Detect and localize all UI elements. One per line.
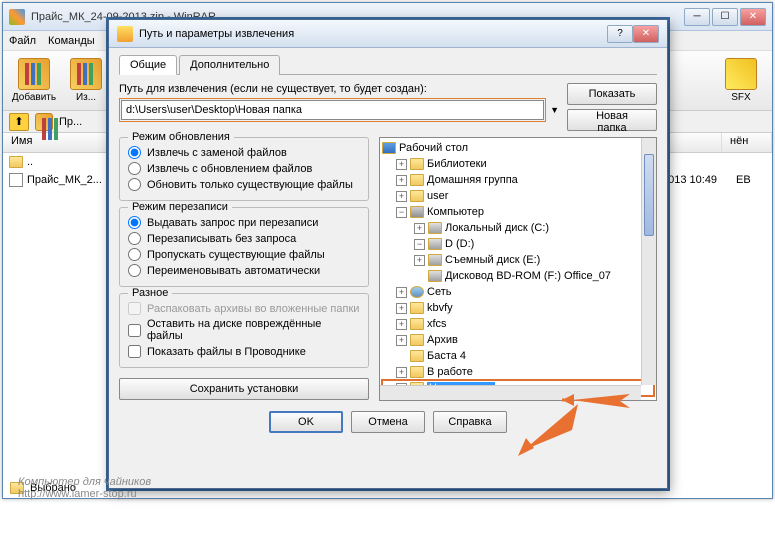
expander-icon[interactable]: + [396, 287, 407, 298]
dialog-titlebar: Путь и параметры извлечения ? ✕ [109, 20, 667, 48]
check-show-explorer[interactable]: Показать файлы в Проводнике [128, 345, 360, 358]
dialog-button-row: OK Отмена Справка [119, 411, 657, 433]
expander-icon[interactable]: + [396, 175, 407, 186]
radio-rename-auto[interactable]: Переименовывать автоматически [128, 264, 360, 277]
scrollbar-horizontal[interactable] [380, 385, 641, 400]
file-icon [9, 173, 23, 187]
tab-general[interactable]: Общие [119, 55, 177, 75]
app-icon [9, 9, 25, 25]
expander-icon[interactable]: − [414, 239, 425, 250]
add-icon [18, 58, 50, 90]
minimize-button[interactable]: ─ [684, 8, 710, 26]
col-name[interactable]: Имя [3, 133, 113, 152]
col-date[interactable]: нён [722, 133, 772, 152]
folder-icon [9, 156, 23, 168]
path-label: Путь для извлечения (если не существует,… [119, 83, 559, 95]
folder-icon [410, 302, 424, 314]
new-folder-button[interactable]: Новая папка [567, 109, 657, 131]
folder-icon [410, 334, 424, 346]
dialog-help-button[interactable]: ? [607, 25, 633, 43]
expander-icon[interactable]: + [396, 335, 407, 346]
close-button[interactable]: ✕ [740, 8, 766, 26]
dialog-close-button[interactable]: ✕ [633, 25, 659, 43]
show-button[interactable]: Показать [567, 83, 657, 105]
library-icon [410, 158, 424, 170]
toolbar-sfx[interactable]: SFX [718, 56, 764, 106]
scrollbar-vertical[interactable] [641, 138, 656, 385]
expander-icon[interactable]: + [414, 255, 425, 266]
ok-button[interactable]: OK [269, 411, 343, 433]
radio-overwrite-silent[interactable]: Перезаписывать без запроса [128, 232, 360, 245]
toolbar-extract[interactable]: Из... [63, 56, 109, 106]
folder-tree[interactable]: Рабочий стол +Библиотеки +Домашняя групп… [379, 137, 657, 401]
sfx-icon [725, 58, 757, 90]
expander-icon[interactable]: + [396, 367, 407, 378]
expander-icon[interactable]: − [396, 207, 407, 218]
path-input[interactable] [121, 100, 544, 120]
update-mode-group: Режим обновления Извлечь с заменой файло… [119, 137, 369, 201]
extraction-dialog: Путь и параметры извлечения ? ✕ Общие До… [108, 19, 668, 489]
menu-commands[interactable]: Команды [48, 35, 95, 47]
folder-icon [410, 318, 424, 330]
up-button[interactable]: ⬆ [9, 113, 29, 131]
dropdown-icon[interactable]: ▼ [550, 105, 559, 115]
drive-icon [428, 222, 442, 234]
radio-update-existing[interactable]: Обновить только существующие файлы [128, 178, 360, 191]
radio-skip-existing[interactable]: Пропускать существующие файлы [128, 248, 360, 261]
radio-extract-replace[interactable]: Извлечь с заменой файлов [128, 146, 360, 159]
help-button[interactable]: Справка [433, 411, 507, 433]
toolbar-add[interactable]: Добавить [11, 56, 57, 106]
dialog-title: Путь и параметры извлечения [139, 28, 294, 40]
maximize-button[interactable]: ☐ [712, 8, 738, 26]
menu-file[interactable]: Файл [9, 35, 36, 47]
computer-icon [410, 206, 424, 218]
overwrite-mode-group: Режим перезаписи Выдавать запрос при пер… [119, 207, 369, 287]
expander-icon[interactable]: + [396, 303, 407, 314]
save-settings-button[interactable]: Сохранить установки [119, 378, 369, 400]
desktop-icon [382, 142, 396, 154]
extract-icon [70, 58, 102, 90]
network-icon [410, 286, 424, 298]
archive-icon [35, 113, 53, 131]
expander-icon[interactable]: + [396, 159, 407, 170]
dialog-tabs: Общие Дополнительно [119, 54, 657, 75]
drive-icon [428, 254, 442, 266]
user-icon [410, 190, 424, 202]
check-subfolders: Распаковать архивы во вложенные папки [128, 302, 360, 315]
check-keep-broken[interactable]: Оставить на диске повреждённые файлы [128, 318, 360, 342]
watermark: Компьютер для чайников http://www.lamer-… [18, 476, 151, 500]
bdrom-icon [428, 270, 442, 282]
cancel-button[interactable]: Отмена [351, 411, 425, 433]
expander-icon[interactable]: + [414, 223, 425, 234]
folder-icon [410, 350, 424, 362]
folder-icon [410, 366, 424, 378]
homegroup-icon [410, 174, 424, 186]
tab-advanced[interactable]: Дополнительно [179, 55, 280, 75]
drive-icon [428, 238, 442, 250]
address-text: Пр... [59, 116, 82, 128]
misc-group: Разное Распаковать архивы во вложенные п… [119, 293, 369, 368]
dialog-icon [117, 26, 133, 42]
radio-ask-overwrite[interactable]: Выдавать запрос при перезаписи [128, 216, 360, 229]
expander-icon[interactable]: + [396, 319, 407, 330]
radio-extract-update[interactable]: Извлечь с обновлением файлов [128, 162, 360, 175]
expander-icon[interactable]: + [396, 191, 407, 202]
